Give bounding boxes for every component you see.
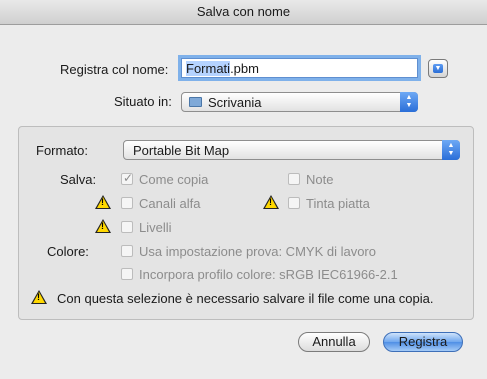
popup-arrows-icon: ▲ ▼	[400, 92, 418, 112]
popup-arrows-icon: ▲ ▼	[442, 140, 460, 160]
layers-checkbox[interactable]	[121, 221, 133, 233]
filename-input[interactable]: Formati.pbm	[181, 58, 418, 78]
embed-profile-label: Incorpora profilo colore: sRGB IEC61966-…	[139, 267, 398, 282]
cancel-button[interactable]: Annulla	[298, 332, 370, 352]
format-value: Portable Bit Map	[133, 143, 230, 158]
warning-icon	[95, 195, 111, 209]
filename-selected-text: Formati	[186, 61, 231, 76]
spot-colors-checkbox[interactable]	[288, 197, 300, 209]
warning-message: Con questa selezione è necessario salvar…	[57, 291, 434, 306]
alpha-channels-checkbox[interactable]	[121, 197, 133, 209]
format-popup[interactable]: Portable Bit Map ▲ ▼	[123, 140, 460, 160]
location-label: Situato in:	[114, 94, 172, 109]
location-value: Scrivania	[208, 95, 262, 110]
window-title: Salva con nome	[196, 4, 291, 19]
expand-dialog-button[interactable]: ▼	[428, 59, 448, 78]
save-as-label: Registra col nome:	[60, 62, 169, 77]
disclosure-icon: ▼	[433, 64, 443, 73]
use-proof-setup-checkbox[interactable]	[121, 245, 133, 257]
embed-profile-checkbox[interactable]	[121, 268, 133, 280]
format-label: Formato:	[36, 143, 89, 158]
color-label: Colore:	[47, 244, 89, 259]
notes-checkbox[interactable]	[288, 173, 300, 185]
as-copy-checkbox[interactable]	[121, 171, 133, 185]
alpha-channels-label: Canali alfa	[139, 196, 201, 211]
save-label: Salva:	[60, 172, 97, 187]
location-popup[interactable]: Scrivania ▲ ▼	[181, 92, 418, 112]
window-titlebar: Salva con nome	[0, 0, 487, 25]
spot-colors-label: Tinta piatta	[306, 196, 370, 211]
notes-label: Note	[306, 172, 334, 187]
use-proof-setup-label: Usa impostazione prova: CMYK di lavoro	[139, 244, 376, 259]
save-button[interactable]: Registra	[383, 332, 463, 352]
layers-label: Livelli	[139, 220, 172, 235]
folder-icon	[189, 97, 202, 107]
as-copy-label: Come copia	[139, 172, 209, 187]
warning-icon	[31, 290, 47, 304]
filename-extension: .pbm	[230, 61, 259, 76]
warning-icon	[263, 195, 279, 209]
warning-icon	[95, 219, 111, 233]
